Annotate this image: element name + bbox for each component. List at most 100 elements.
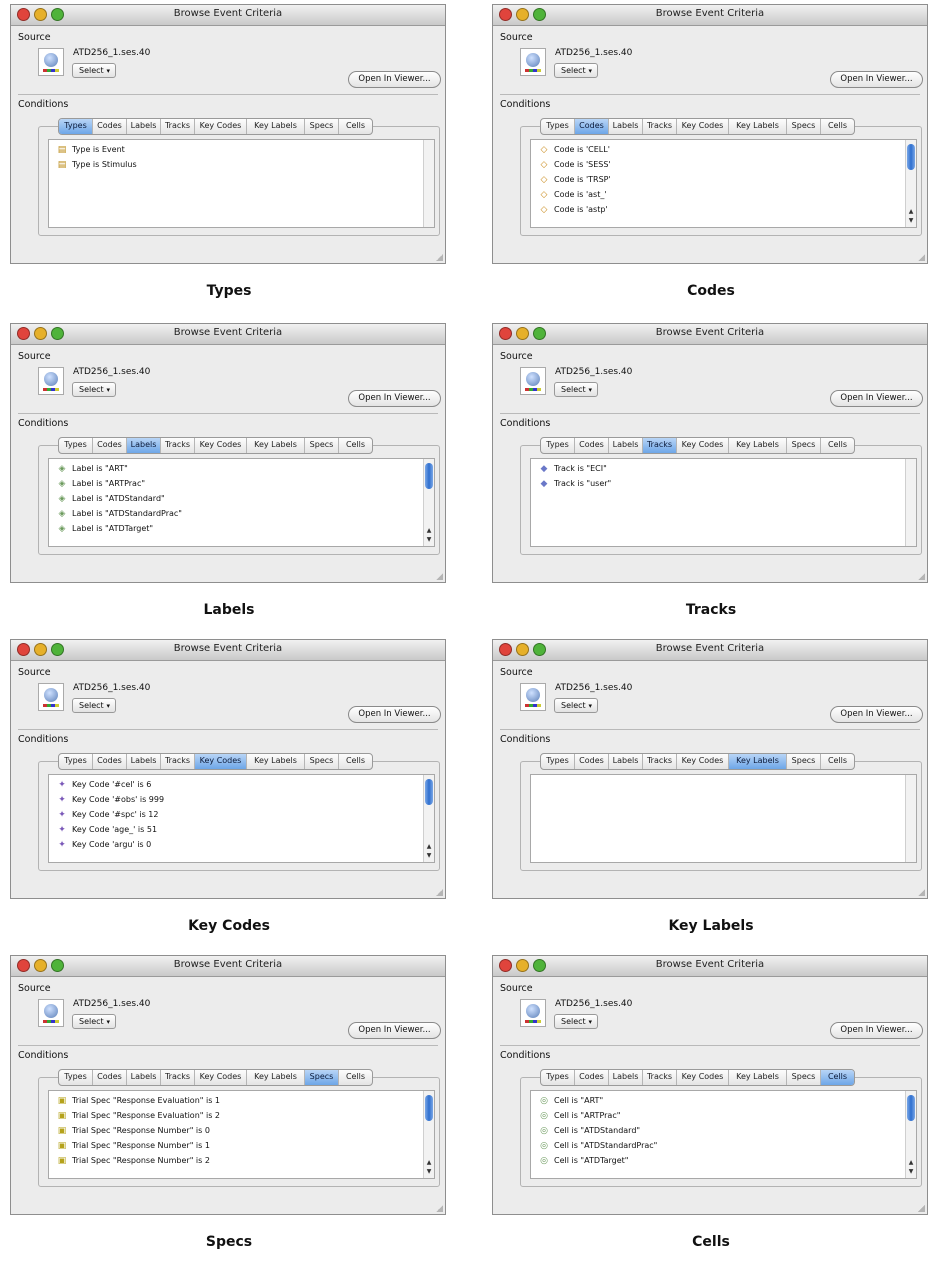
open-in-viewer-button[interactable]: Open In Viewer...	[830, 706, 923, 723]
tab-specs[interactable]: Specs	[787, 1070, 821, 1085]
criteria-list[interactable]: ◎ Cell is "ART" ◎ Cell is "ARTPrac" ◎ Cell is…	[530, 1090, 917, 1179]
list-item[interactable]: ◆ Track is "ECI"	[539, 464, 607, 474]
tab-key-codes[interactable]: Key Codes	[677, 119, 729, 134]
list-item[interactable]: ◇ Code is 'ast_'	[539, 190, 607, 200]
tab-key-codes[interactable]: Key Codes	[195, 1070, 247, 1085]
tab-codes[interactable]: Codes	[575, 438, 609, 453]
vertical-scrollbar[interactable]: ▲ ▼	[905, 1091, 916, 1178]
tab-key-labels[interactable]: Key Labels	[729, 438, 787, 453]
resize-grip-icon[interactable]	[918, 889, 925, 896]
select-popup-button[interactable]: Select ▾	[554, 63, 598, 78]
open-in-viewer-button[interactable]: Open In Viewer...	[830, 390, 923, 407]
tab-labels[interactable]: Labels	[127, 438, 161, 453]
tab-labels[interactable]: Labels	[609, 438, 643, 453]
vertical-scrollbar[interactable]: ▲ ▼	[423, 459, 434, 546]
vertical-scrollbar[interactable]	[905, 775, 916, 862]
select-popup-button[interactable]: Select ▾	[72, 1014, 116, 1029]
tab-types[interactable]: Types	[59, 1070, 93, 1085]
tab-codes[interactable]: Codes	[93, 119, 127, 134]
list-item[interactable]: ✦ Key Code 'argu' is 0	[57, 840, 151, 850]
list-item[interactable]: ◈ Label is "ATDStandardPrac"	[57, 509, 182, 519]
list-item[interactable]: ◈ Label is "ATDStandard"	[57, 494, 165, 504]
scroll-down-arrow-icon[interactable]: ▼	[424, 852, 434, 861]
vertical-scrollbar[interactable]: ▲ ▼	[423, 1091, 434, 1178]
list-item[interactable]: ◈ Label is "ART"	[57, 464, 128, 474]
scroll-down-arrow-icon[interactable]: ▼	[906, 1168, 916, 1177]
list-item[interactable]: ◇ Code is 'TRSP'	[539, 175, 611, 185]
list-item[interactable]: ◇ Code is 'astp'	[539, 205, 608, 215]
tab-cells[interactable]: Cells	[821, 119, 854, 134]
tab-specs[interactable]: Specs	[787, 119, 821, 134]
criteria-list[interactable]	[530, 774, 917, 863]
scroll-thumb[interactable]	[907, 144, 915, 170]
tab-key-codes[interactable]: Key Codes	[677, 754, 729, 769]
scroll-thumb[interactable]	[425, 463, 433, 489]
tab-labels[interactable]: Labels	[609, 754, 643, 769]
title-bar[interactable]: Browse Event Criteria	[11, 5, 445, 26]
select-popup-button[interactable]: Select ▾	[72, 382, 116, 397]
open-in-viewer-button[interactable]: Open In Viewer...	[348, 71, 441, 88]
list-item[interactable]: ✦ Key Code 'age_' is 51	[57, 825, 157, 835]
tab-cells[interactable]: Cells	[821, 1070, 854, 1085]
tab-specs[interactable]: Specs	[787, 754, 821, 769]
tab-key-labels[interactable]: Key Labels	[247, 119, 305, 134]
resize-grip-icon[interactable]	[918, 1205, 925, 1212]
list-item[interactable]: ▤ Type is Stimulus	[57, 160, 137, 170]
title-bar[interactable]: Browse Event Criteria	[11, 640, 445, 661]
list-item[interactable]: ▣ Trial Spec "Response Number" is 0	[57, 1126, 210, 1136]
criteria-list[interactable]: ▤ Type is Event ▤ Type is Stimulus	[48, 139, 435, 228]
scroll-up-arrow-icon[interactable]: ▲	[906, 1159, 916, 1168]
title-bar[interactable]: Browse Event Criteria	[493, 324, 927, 345]
list-item[interactable]: ▤ Type is Event	[57, 145, 125, 155]
tab-tracks[interactable]: Tracks	[161, 438, 195, 453]
tab-codes[interactable]: Codes	[93, 438, 127, 453]
vertical-scrollbar[interactable]	[423, 140, 434, 227]
title-bar[interactable]: Browse Event Criteria	[11, 956, 445, 977]
scroll-thumb[interactable]	[425, 1095, 433, 1121]
tab-codes[interactable]: Codes	[93, 1070, 127, 1085]
tab-cells[interactable]: Cells	[339, 1070, 372, 1085]
tab-tracks[interactable]: Tracks	[643, 754, 677, 769]
resize-grip-icon[interactable]	[436, 1205, 443, 1212]
tab-codes[interactable]: Codes	[575, 754, 609, 769]
list-item[interactable]: ✦ Key Code '#cel' is 6	[57, 780, 151, 790]
vertical-scrollbar[interactable]	[905, 459, 916, 546]
tab-key-labels[interactable]: Key Labels	[247, 438, 305, 453]
tab-key-codes[interactable]: Key Codes	[195, 438, 247, 453]
scroll-down-arrow-icon[interactable]: ▼	[424, 536, 434, 545]
tab-codes[interactable]: Codes	[575, 1070, 609, 1085]
tab-cells[interactable]: Cells	[339, 119, 372, 134]
tab-labels[interactable]: Labels	[609, 119, 643, 134]
tab-tracks[interactable]: Tracks	[643, 438, 677, 453]
list-item[interactable]: ▣ Trial Spec "Response Evaluation" is 1	[57, 1096, 220, 1106]
resize-grip-icon[interactable]	[436, 573, 443, 580]
tab-types[interactable]: Types	[541, 119, 575, 134]
resize-grip-icon[interactable]	[436, 889, 443, 896]
list-item[interactable]: ◎ Cell is "ATDStandardPrac"	[539, 1141, 657, 1151]
list-item[interactable]: ◎ Cell is "ATDTarget"	[539, 1156, 628, 1166]
tab-cells[interactable]: Cells	[339, 754, 372, 769]
tab-key-codes[interactable]: Key Codes	[677, 438, 729, 453]
list-item[interactable]: ▣ Trial Spec "Response Number" is 1	[57, 1141, 210, 1151]
tab-specs[interactable]: Specs	[305, 1070, 339, 1085]
tab-specs[interactable]: Specs	[305, 438, 339, 453]
scroll-down-arrow-icon[interactable]: ▼	[906, 217, 916, 226]
vertical-scrollbar[interactable]: ▲ ▼	[905, 140, 916, 227]
open-in-viewer-button[interactable]: Open In Viewer...	[830, 1022, 923, 1039]
tab-codes[interactable]: Codes	[93, 754, 127, 769]
tab-types[interactable]: Types	[59, 438, 93, 453]
list-item[interactable]: ◎ Cell is "ART"	[539, 1096, 603, 1106]
tab-labels[interactable]: Labels	[127, 119, 161, 134]
tab-types[interactable]: Types	[59, 119, 93, 134]
select-popup-button[interactable]: Select ▾	[554, 698, 598, 713]
criteria-list[interactable]: ▣ Trial Spec "Response Evaluation" is 1 ▣ T…	[48, 1090, 435, 1179]
tab-key-labels[interactable]: Key Labels	[247, 754, 305, 769]
open-in-viewer-button[interactable]: Open In Viewer...	[830, 71, 923, 88]
list-item[interactable]: ◈ Label is "ATDTarget"	[57, 524, 154, 534]
tab-types[interactable]: Types	[541, 438, 575, 453]
tab-tracks[interactable]: Tracks	[643, 119, 677, 134]
criteria-list[interactable]: ◇ Code is 'CELL' ◇ Code is 'SESS' ◇ Code is '…	[530, 139, 917, 228]
tab-labels[interactable]: Labels	[127, 1070, 161, 1085]
list-item[interactable]: ◎ Cell is "ARTPrac"	[539, 1111, 620, 1121]
list-item[interactable]: ◈ Label is "ARTPrac"	[57, 479, 146, 489]
